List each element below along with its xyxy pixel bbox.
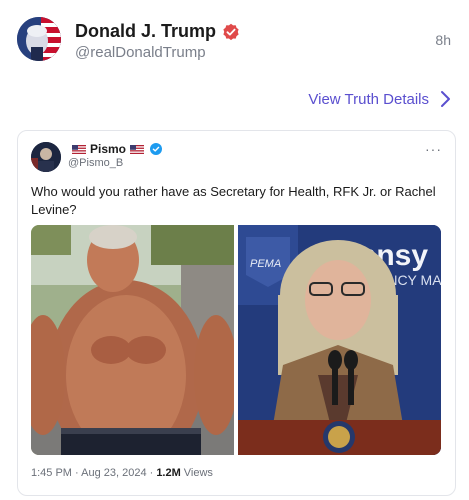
author-name-row: Pismo bbox=[68, 142, 163, 156]
post-timestamp: 1:45 PM · Aug 23, 2024 · bbox=[31, 467, 154, 479]
post-text: Who would you rather have as Secretary f… bbox=[31, 184, 436, 217]
post-meta: 1:45 PM · Aug 23, 2024 · 1.2M Views bbox=[31, 467, 213, 479]
display-name-row: Donald J. Trump bbox=[75, 21, 240, 42]
post-header: Donald J. Trump @realDonaldTrump 8h bbox=[0, 0, 469, 80]
author-name[interactable]: Pismo bbox=[90, 142, 126, 156]
post-time: 8h bbox=[435, 32, 451, 48]
view-truth-details-link[interactable]: View Truth Details bbox=[308, 90, 451, 108]
views-label: Views bbox=[183, 467, 213, 479]
us-flag-icon bbox=[130, 144, 145, 154]
chevron-right-icon bbox=[439, 90, 451, 108]
more-icon[interactable]: ··· bbox=[425, 141, 442, 157]
verified-badge-icon bbox=[150, 143, 163, 155]
us-flag-icon bbox=[72, 144, 86, 154]
photo-right[interactable]: PEMA nnsy ENCY MA bbox=[238, 225, 441, 455]
verified-badge-icon bbox=[222, 23, 240, 41]
media-grid[interactable]: PEMA nnsy ENCY MA bbox=[31, 225, 441, 455]
pema-text: PEMA bbox=[250, 258, 281, 270]
photo-left[interactable] bbox=[31, 225, 234, 455]
embedded-post-card[interactable]: Pismo @Pismo_B ··· Who would you rather … bbox=[17, 130, 456, 496]
display-name[interactable]: Donald J. Trump bbox=[75, 21, 216, 42]
avatar[interactable] bbox=[17, 17, 61, 61]
views-count: 1.2M bbox=[156, 467, 181, 479]
handle[interactable]: @realDonaldTrump bbox=[75, 44, 206, 61]
view-truth-details-label: View Truth Details bbox=[308, 90, 429, 108]
author-handle[interactable]: @Pismo_B bbox=[68, 157, 123, 169]
avatar[interactable] bbox=[31, 142, 61, 172]
